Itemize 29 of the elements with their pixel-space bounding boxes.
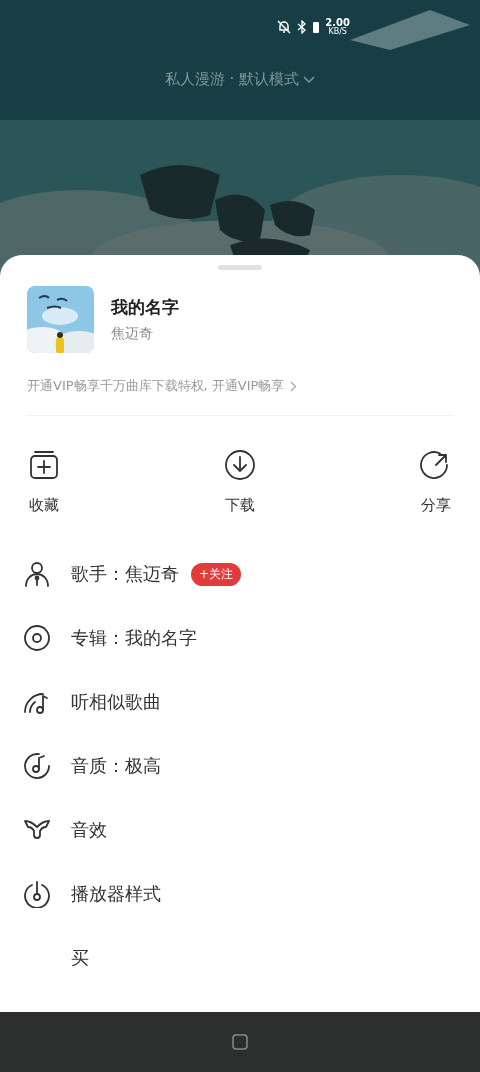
follow-button[interactable]: +关注	[191, 562, 242, 586]
menu-item[interactable]: 音效	[71, 818, 107, 842]
chevron-down-icon[interactable]	[303, 75, 316, 84]
add-playlist-icon	[27, 448, 61, 482]
menu-item[interactable]: 买	[71, 946, 89, 970]
song-title: 我的名字	[111, 296, 179, 319]
chevron-right-icon	[290, 380, 298, 392]
play-mode-title[interactable]: 私人漫游 · 默认模式	[164, 70, 300, 89]
menu-item[interactable]: 音质：极高	[71, 754, 161, 778]
person-icon	[23, 560, 51, 588]
home-icon[interactable]	[232, 1034, 248, 1050]
disc-icon	[23, 624, 51, 652]
action-button[interactable]: 分享	[401, 448, 471, 515]
download-icon	[223, 448, 257, 482]
action-button[interactable]: 收藏	[9, 448, 79, 515]
player-disc-icon	[23, 880, 51, 908]
drag-handle[interactable]	[218, 265, 262, 270]
battery-icon	[313, 21, 320, 33]
menu-item[interactable]: 播放器样式	[71, 882, 161, 906]
song-artist: 焦迈奇	[111, 325, 154, 343]
bluetooth-icon	[297, 20, 308, 34]
menu-item[interactable]: 歌手：焦迈奇	[71, 562, 179, 586]
music-disc-icon	[23, 752, 51, 780]
muted-bell-icon	[277, 20, 292, 34]
menu-item[interactable]: 听相似歌曲	[71, 690, 161, 714]
network-speed-unit: KB/S	[328, 28, 347, 36]
action-button[interactable]: 下载	[205, 448, 275, 515]
menu-item[interactable]: 专辑：我的名字	[71, 626, 197, 650]
network-speed: 2.00	[325, 18, 350, 28]
